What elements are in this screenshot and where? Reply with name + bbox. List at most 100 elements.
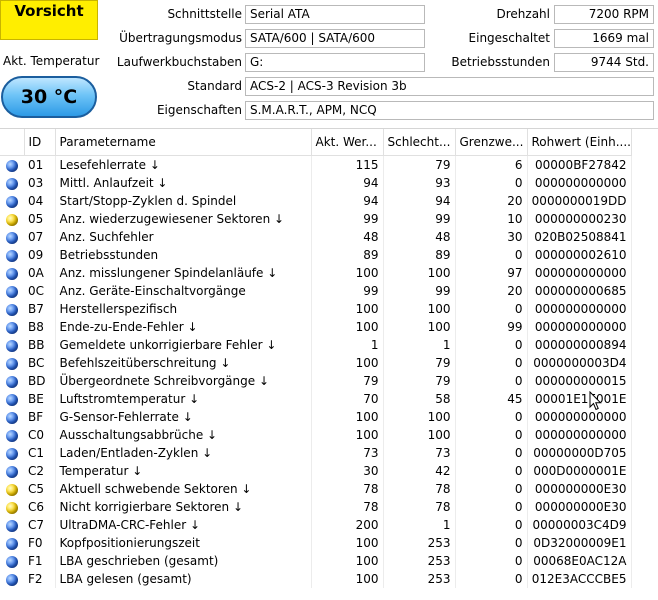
- table-row[interactable]: B7 Herstellerspezifisch 100 100 0 00000000000…: [0, 300, 632, 318]
- column-header-id[interactable]: ID: [24, 129, 56, 156]
- status-dot-icon: [6, 501, 18, 514]
- status-dot-icon: [6, 573, 18, 586]
- table-row[interactable]: B8 Ende-zu-Ende-Fehler ↓ 100 100 99 000000000…: [0, 318, 632, 336]
- column-header-status[interactable]: [0, 129, 25, 156]
- status-dot-icon: [6, 357, 18, 370]
- table-row[interactable]: 0C Anz. Geräte-Einschaltvorgänge 99 99 20 000…: [0, 282, 632, 300]
- table-row[interactable]: 05 Anz. wiederzugewiesener Sektoren ↓ 99 99…: [0, 210, 632, 228]
- status-dot-cell: [0, 480, 24, 498]
- status-dot-icon: [6, 285, 18, 298]
- attribute-id: B8: [24, 318, 56, 336]
- column-header-current[interactable]: Akt. Wer...: [311, 129, 384, 156]
- table-row[interactable]: C0 Ausschaltungsabbrüche ↓ 100 100 0 00000000…: [0, 426, 632, 444]
- table-row[interactable]: C7 UltraDMA-CRC-Fehler ↓ 200 1 0 00000003C4D9: [0, 516, 632, 534]
- rpm-label: Drehzahl: [496, 7, 551, 21]
- worst-value: 58: [383, 390, 456, 408]
- raw-value: 000000000000: [527, 318, 632, 336]
- table-row[interactable]: BF G-Sensor-Fehlerrate ↓ 100 100 0 0000000000…: [0, 408, 632, 426]
- status-dot-icon: [6, 177, 18, 190]
- status-dot-cell: [0, 264, 24, 282]
- table-row[interactable]: 04 Start/Stopp-Zyklen d. Spindel 94 94 20 000…: [0, 192, 632, 210]
- status-dot-cell: [0, 210, 24, 228]
- table-row[interactable]: BB Gemeldete unkorrigierbare Fehler ↓ 1 1 0 0…: [0, 336, 632, 354]
- column-header-worst[interactable]: Schlecht...: [383, 129, 456, 156]
- column-header-name[interactable]: Parametername: [55, 129, 312, 156]
- status-dot-icon: [6, 411, 18, 424]
- current-value: 78: [311, 480, 384, 498]
- status-dot-cell: [0, 408, 24, 426]
- table-row[interactable]: F1 LBA geschrieben (gesamt) 100 253 0 00068E0…: [0, 552, 632, 570]
- current-value: 99: [311, 210, 384, 228]
- status-dot-cell: [0, 282, 24, 300]
- worst-value: 100: [383, 264, 456, 282]
- status-dot-cell: [0, 552, 24, 570]
- attribute-id: 04: [24, 192, 56, 210]
- mouse-cursor-icon: [589, 391, 602, 411]
- attribute-name: Lesefehlerrate ↓: [55, 155, 312, 174]
- table-row[interactable]: 09 Betriebsstunden 89 89 0 000000002610: [0, 246, 632, 264]
- worst-value: 100: [383, 318, 456, 336]
- attribute-id: C1: [24, 444, 56, 462]
- table-row[interactable]: BC Befehlszeitüberschreitung ↓ 100 79 0 00000…: [0, 354, 632, 372]
- threshold-value: 97: [455, 264, 528, 282]
- worst-value: 100: [383, 426, 456, 444]
- raw-value: 020B02508841: [527, 228, 632, 246]
- threshold-value: 0: [455, 444, 528, 462]
- table-row[interactable]: C1 Laden/Entladen-Zyklen ↓ 73 73 0 00000000D7…: [0, 444, 632, 462]
- attribute-name: Anz. Geräte-Einschaltvorgänge: [55, 282, 312, 300]
- threshold-value: 0: [455, 534, 528, 552]
- current-value: 100: [311, 570, 384, 588]
- attribute-id: C2: [24, 462, 56, 480]
- attribute-name: Start/Stopp-Zyklen d. Spindel: [55, 192, 312, 210]
- status-dot-cell: [0, 390, 24, 408]
- standard-field: ACS-2 | ACS-3 Revision 3b: [245, 77, 654, 96]
- status-dot-icon: [6, 375, 18, 388]
- attribute-id: F1: [24, 552, 56, 570]
- table-row[interactable]: F2 LBA gelesen (gesamt) 100 253 0 012E3ACCCBE…: [0, 570, 632, 588]
- attribute-name: Mittl. Anlaufzeit ↓: [55, 174, 312, 192]
- threshold-value: 0: [455, 516, 528, 534]
- table-row[interactable]: C6 Nicht korrigierbare Sektoren ↓ 78 78 0 000…: [0, 498, 632, 516]
- attribute-name: Gemeldete unkorrigierbare Fehler ↓: [55, 336, 312, 354]
- raw-value: 000000000685: [527, 282, 632, 300]
- table-row[interactable]: C5 Aktuell schwebende Sektoren ↓ 78 78 0 0000…: [0, 480, 632, 498]
- threshold-value: 0: [455, 408, 528, 426]
- worst-value: 79: [383, 354, 456, 372]
- status-dot-cell: [0, 462, 24, 480]
- table-row[interactable]: C2 Temperatur ↓ 30 42 0 000D0000001E: [0, 462, 632, 480]
- column-header-raw[interactable]: Rohwert (Einh....: [527, 129, 632, 156]
- column-header-threshold[interactable]: Grenzwe...: [455, 129, 528, 156]
- worst-value: 79: [383, 155, 456, 174]
- temperature-badge: 30 °C: [1, 76, 97, 118]
- attribute-id: 01: [24, 155, 56, 174]
- attribute-name: Ausschaltungsabbrüche ↓: [55, 426, 312, 444]
- worst-value: 99: [383, 282, 456, 300]
- attribute-id: 05: [24, 210, 56, 228]
- table-row[interactable]: 01 Lesefehlerrate ↓ 115 79 6 00000BF27842: [0, 155, 632, 174]
- table-row[interactable]: F0 Kopfpositionierungszeit 100 253 0 0D320000…: [0, 534, 632, 552]
- status-dot-cell: [0, 228, 24, 246]
- smart-attribute-table[interactable]: ID Parametername Akt. Wer... Schlecht...…: [0, 128, 658, 600]
- status-dot-cell: [0, 516, 24, 534]
- attribute-id: F2: [24, 570, 56, 588]
- status-dot-icon: [6, 303, 18, 316]
- table-row[interactable]: 03 Mittl. Anlaufzeit ↓ 94 93 0 000000000000: [0, 174, 632, 192]
- drive-letters-label: Laufwerkbuchstaben: [116, 55, 242, 69]
- raw-value: 012E3ACCCBE5: [527, 570, 632, 588]
- raw-value: 00000003C4D9: [527, 516, 632, 534]
- table-row[interactable]: 07 Anz. Suchfehler 48 48 30 020B02508841: [0, 228, 632, 246]
- status-dot-icon: [6, 555, 18, 568]
- table-row[interactable]: BE Luftstromtemperatur ↓ 70 58 45 00001E1E001…: [0, 390, 632, 408]
- attribute-id: 09: [24, 246, 56, 264]
- table-row[interactable]: BD Übergeordnete Schreibvorgänge ↓ 79 79 0 00…: [0, 372, 632, 390]
- status-dot-icon: [6, 483, 18, 496]
- status-dot-icon: [6, 321, 18, 334]
- raw-value: 000000000E30: [527, 498, 632, 516]
- status-dot-icon: [6, 429, 18, 442]
- attribute-id: 03: [24, 174, 56, 192]
- status-dot-cell: [0, 336, 24, 354]
- attribute-id: 0C: [24, 282, 56, 300]
- status-dot-cell: [0, 246, 24, 264]
- table-row[interactable]: 0A Anz. misslungener Spindelanläufe ↓ 100 1…: [0, 264, 632, 282]
- attribute-name: UltraDMA-CRC-Fehler ↓: [55, 516, 312, 534]
